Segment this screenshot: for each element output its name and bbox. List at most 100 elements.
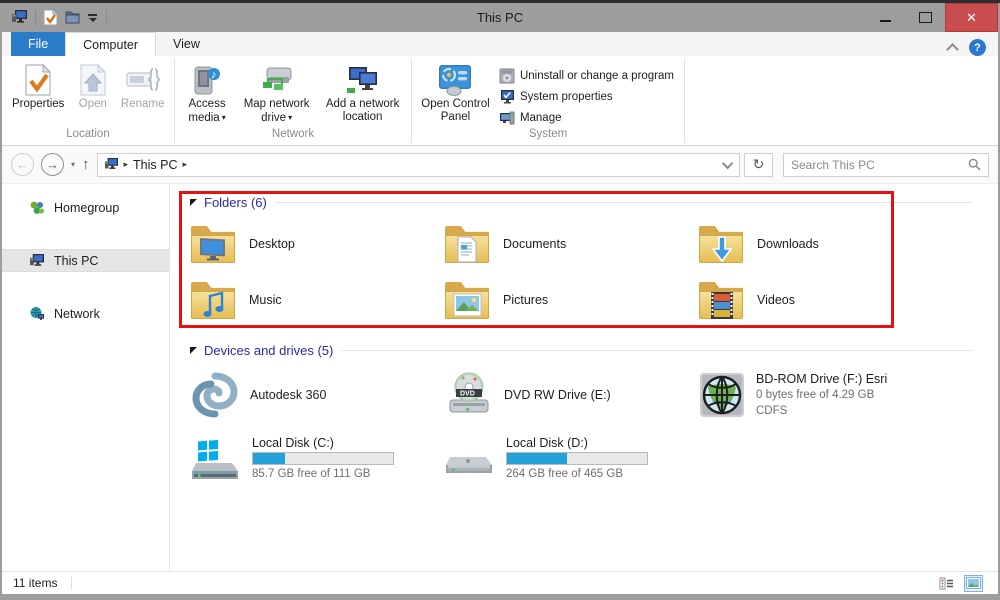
capacity-bar <box>252 451 394 465</box>
map-network-drive-icon <box>259 62 295 98</box>
access-media-button[interactable]: ♪ Access media <box>179 60 235 125</box>
sidebar-item-this-pc[interactable]: This PC <box>2 249 169 272</box>
large-icons-view-button[interactable] <box>964 574 983 592</box>
tile-documents[interactable]: Documents <box>444 216 698 272</box>
search-input[interactable] <box>791 157 968 172</box>
system-properties-button[interactable]: System properties <box>499 88 674 106</box>
open-control-panel-button[interactable]: Open Control Panel <box>416 60 495 124</box>
capacity-bar-fill <box>253 452 286 464</box>
navigation-bar: ← → ▾ ↑ ▸ This PC ▸ ↻ <box>2 146 998 184</box>
free-space-text: 85.7 GB free of 111 GB <box>252 467 371 480</box>
collapse-triangle-icon[interactable] <box>190 346 197 354</box>
tile-local-disk-c[interactable]: Local Disk (C:) 85.7 GB free of 111 GB <box>190 432 444 484</box>
properties-button[interactable]: Properties <box>6 60 70 111</box>
ribbon-group-location: Properties Open Rename Location <box>2 56 174 145</box>
sidebar-item-network[interactable]: Network <box>2 302 169 325</box>
details-view-button[interactable] <box>937 575 956 592</box>
up-button[interactable]: ↑ <box>82 156 90 173</box>
qat-properties-icon[interactable] <box>43 9 58 26</box>
group-label-network: Network <box>271 128 315 140</box>
documents-folder-icon <box>444 223 491 265</box>
sidebar-item-homegroup[interactable]: Homegroup <box>2 196 169 219</box>
forward-button[interactable]: → <box>41 153 64 176</box>
svg-text:♪: ♪ <box>211 69 217 81</box>
refresh-button[interactable]: ↻ <box>744 152 773 177</box>
qat-separator <box>35 9 36 26</box>
dropdown-caret-icon <box>220 112 226 124</box>
svg-text:DVD: DVD <box>460 391 475 398</box>
qat-folder-icon[interactable] <box>65 10 80 25</box>
capacity-bar <box>506 451 648 465</box>
address-pc-icon <box>104 158 118 169</box>
manage-button[interactable]: Manage <box>499 109 674 127</box>
recent-locations-caret-icon[interactable]: ▾ <box>71 160 75 169</box>
uninstall-program-button[interactable]: Uninstall or change a program <box>499 67 674 85</box>
group-label-system: System <box>528 128 568 140</box>
back-button: ← <box>11 153 34 176</box>
breadcrumb-arrow-icon[interactable]: ▸ <box>124 159 129 170</box>
free-space-text: 264 GB free of 465 GB <box>506 467 623 480</box>
properties-icon <box>24 62 52 98</box>
this-pc-icon <box>12 10 27 23</box>
address-bar[interactable]: ▸ This PC ▸ <box>96 152 740 177</box>
add-network-location-button[interactable]: Add a network location <box>318 60 407 124</box>
dropdown-caret-icon <box>286 112 292 124</box>
breadcrumb-this-pc[interactable]: This PC <box>133 158 177 172</box>
devices-section-header[interactable]: Devices and drives (5) <box>190 340 998 360</box>
search-icon[interactable] <box>968 158 981 171</box>
tile-downloads[interactable]: Downloads <box>698 216 952 272</box>
add-network-location-icon <box>345 62 381 98</box>
rename-icon <box>126 62 160 98</box>
folders-section-header[interactable]: Folders (6) <box>190 192 998 212</box>
status-bar: 11 items <box>2 571 998 594</box>
tile-local-disk-d[interactable]: Local Disk (D:) 264 GB free of 465 GB <box>444 432 698 484</box>
minimize-ribbon-icon[interactable] <box>946 43 959 56</box>
tile-bdrom-drive[interactable]: BD-ROM Drive (F:) Esri 0 bytes free of 4… <box>698 364 952 426</box>
tile-music[interactable]: Music <box>190 272 444 328</box>
open-icon <box>79 62 107 98</box>
folders-grid: Desktop Documents Downloads Music Pictur… <box>190 216 998 328</box>
tile-dvd-drive[interactable]: DVD DVD RW Drive (E:) <box>444 364 698 426</box>
open-button: Open <box>70 60 115 111</box>
tab-computer[interactable]: Computer <box>65 32 157 56</box>
tile-autodesk-360[interactable]: Autodesk 360 <box>190 364 444 426</box>
local-disk-c-icon <box>192 440 238 479</box>
access-media-icon: ♪ <box>192 62 222 98</box>
pictures-folder-icon <box>444 279 491 321</box>
network-icon <box>30 306 44 320</box>
rename-button: Rename <box>115 60 170 111</box>
group-label-location: Location <box>66 128 110 140</box>
content-area: Homegroup This PC Network Folders (6) De… <box>2 184 998 571</box>
title-bar: This PC <box>2 3 998 32</box>
bdrom-esri-icon <box>700 373 744 417</box>
minimize-button[interactable] <box>865 3 905 32</box>
item-count: 11 items <box>13 576 58 590</box>
tile-videos[interactable]: Videos <box>698 272 952 328</box>
close-button[interactable] <box>945 3 998 32</box>
explorer-window: This PC File Computer View ? Properties <box>0 3 1000 600</box>
help-icon[interactable]: ? <box>969 39 986 56</box>
navigation-pane: Homegroup This PC Network <box>2 184 170 571</box>
uninstall-program-icon <box>499 68 515 84</box>
qat-customize-arrow-icon[interactable] <box>87 12 99 24</box>
tab-view[interactable]: View <box>156 32 217 56</box>
window-bottom-border <box>2 594 998 600</box>
section-title: Devices and drives (5) <box>204 342 334 358</box>
autodesk-360-icon <box>192 372 238 418</box>
section-rule <box>274 201 972 203</box>
map-network-drive-button[interactable]: Map network drive <box>235 60 318 125</box>
collapse-triangle-icon[interactable] <box>190 198 197 206</box>
tile-pictures[interactable]: Pictures <box>444 272 698 328</box>
ribbon-separator <box>684 58 685 143</box>
videos-folder-icon <box>698 279 745 321</box>
quick-access-toolbar <box>2 9 107 26</box>
ribbon-tab-strip: File Computer View ? <box>2 32 998 56</box>
tab-file[interactable]: File <box>11 32 66 56</box>
maximize-button[interactable] <box>905 3 945 32</box>
section-rule <box>341 349 972 351</box>
tile-desktop[interactable]: Desktop <box>190 216 444 272</box>
breadcrumb-arrow-icon[interactable]: ▸ <box>183 159 188 170</box>
downloads-folder-icon <box>698 223 745 265</box>
capacity-bar-fill <box>507 452 568 464</box>
address-dropdown-icon[interactable] <box>721 157 734 169</box>
